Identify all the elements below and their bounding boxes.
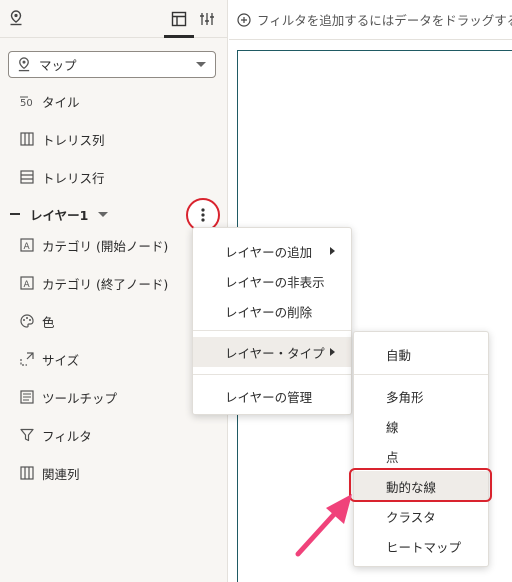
property-trellis-rows[interactable]: トレリス行: [20, 167, 105, 187]
property-label: トレリス列: [42, 132, 105, 148]
category-icon: A: [20, 238, 34, 252]
menu-separator: [193, 374, 351, 375]
property-color[interactable]: 色: [20, 311, 55, 331]
filter-bar-placeholder: フィルタを追加するにはデータをドラッグするか: [257, 13, 512, 28]
annotation-arrow-icon: [295, 494, 352, 557]
add-circle-icon[interactable]: [237, 12, 251, 27]
svg-text:A: A: [24, 280, 31, 290]
layer-type-line[interactable]: 線: [354, 411, 488, 441]
menu-item-label: 自動: [386, 347, 412, 363]
svg-text:50: 50: [20, 98, 33, 108]
property-tile[interactable]: 50 タイル: [20, 91, 80, 111]
property-category-end[interactable]: A カテゴリ (終了ノード): [20, 273, 168, 293]
property-label: カテゴリ (開始ノード): [42, 238, 169, 254]
map-pin-icon: [17, 57, 31, 72]
property-size[interactable]: サイズ: [20, 349, 79, 369]
grammar-tab-icon[interactable]: [164, 10, 194, 38]
kebab-icon: [201, 208, 205, 222]
related-columns-icon: [20, 466, 34, 480]
properties-tab-icon[interactable]: [198, 10, 216, 28]
property-trellis-columns[interactable]: トレリス列: [20, 129, 105, 149]
palette-icon: [20, 314, 34, 328]
layer-type-cluster[interactable]: クラスタ: [354, 501, 488, 531]
chevron-down-icon[interactable]: [98, 211, 109, 217]
menu-item-label: レイヤーの追加: [225, 244, 313, 260]
menu-item-delete-layer[interactable]: レイヤーの削除: [193, 296, 351, 326]
menu-item-label: レイヤーの管理: [225, 389, 313, 405]
category-icon: A: [20, 276, 34, 290]
map-pin-icon[interactable]: [8, 10, 24, 26]
filter-bar[interactable]: フィルタを追加するにはデータをドラッグするか: [229, 0, 512, 40]
panel-toolbar: [0, 0, 228, 38]
highlight-box: [349, 468, 492, 502]
menu-item-label: レイヤーの非表示: [225, 274, 325, 290]
trellis-rows-icon: [20, 170, 34, 184]
property-related-columns[interactable]: 関連列: [20, 463, 80, 483]
menu-separator: [354, 374, 488, 375]
property-label: 関連列: [42, 466, 80, 482]
property-label: タイル: [42, 94, 80, 110]
chevron-right-icon: [330, 247, 335, 255]
layer-context-menu: レイヤーの追加 レイヤーの非表示 レイヤーの削除 レイヤー・タイプ レイヤーの管…: [192, 227, 352, 415]
layer-type-heatmap[interactable]: ヒートマップ: [354, 531, 488, 561]
trellis-columns-icon: [20, 132, 34, 146]
property-label: トレリス行: [42, 170, 105, 186]
layer-type-polygon[interactable]: 多角形: [354, 381, 488, 411]
menu-item-manage-layers[interactable]: レイヤーの管理: [193, 381, 351, 411]
property-label: カテゴリ (終了ノード): [42, 276, 169, 292]
menu-item-hide-layer[interactable]: レイヤーの非表示: [193, 266, 351, 296]
menu-item-label: 線: [386, 419, 399, 435]
collapse-icon[interactable]: [10, 213, 20, 215]
tooltip-icon: [20, 390, 34, 404]
layer-type-submenu: 自動 多角形 線 点 動的な線 クラスタ ヒートマップ: [353, 331, 489, 567]
tile-icon: 50: [20, 94, 34, 108]
menu-item-label: レイヤーの削除: [225, 304, 313, 320]
svg-text:A: A: [24, 242, 31, 252]
select-value: マップ: [39, 58, 77, 73]
layer-header[interactable]: レイヤー1: [10, 204, 109, 224]
menu-item-label: レイヤー・タイプ: [225, 345, 325, 361]
property-label: 色: [42, 314, 55, 330]
visualization-type-select[interactable]: マップ: [8, 51, 216, 78]
filter-icon: [20, 428, 34, 442]
menu-item-layer-type[interactable]: レイヤー・タイプ: [193, 337, 351, 367]
menu-item-label: クラスタ: [386, 509, 436, 525]
menu-item-label: 多角形: [386, 389, 424, 405]
property-filter[interactable]: フィルタ: [20, 425, 92, 445]
layer-type-auto[interactable]: 自動: [354, 339, 488, 369]
chevron-right-icon: [330, 348, 335, 356]
size-icon: [20, 352, 34, 366]
menu-item-label: ヒートマップ: [386, 539, 462, 555]
menu-item-label: 点: [386, 449, 399, 465]
menu-separator: [193, 330, 351, 331]
menu-item-add-layer[interactable]: レイヤーの追加: [193, 236, 351, 266]
property-tooltip[interactable]: ツールチップ: [20, 387, 117, 407]
property-label: フィルタ: [42, 428, 92, 444]
layer-type-point[interactable]: 点: [354, 441, 488, 471]
property-label: サイズ: [42, 352, 80, 368]
property-category-start[interactable]: A カテゴリ (開始ノード): [20, 235, 168, 255]
layer-name: レイヤー1: [30, 207, 89, 223]
chevron-down-icon: [196, 62, 206, 67]
property-label: ツールチップ: [42, 390, 118, 406]
